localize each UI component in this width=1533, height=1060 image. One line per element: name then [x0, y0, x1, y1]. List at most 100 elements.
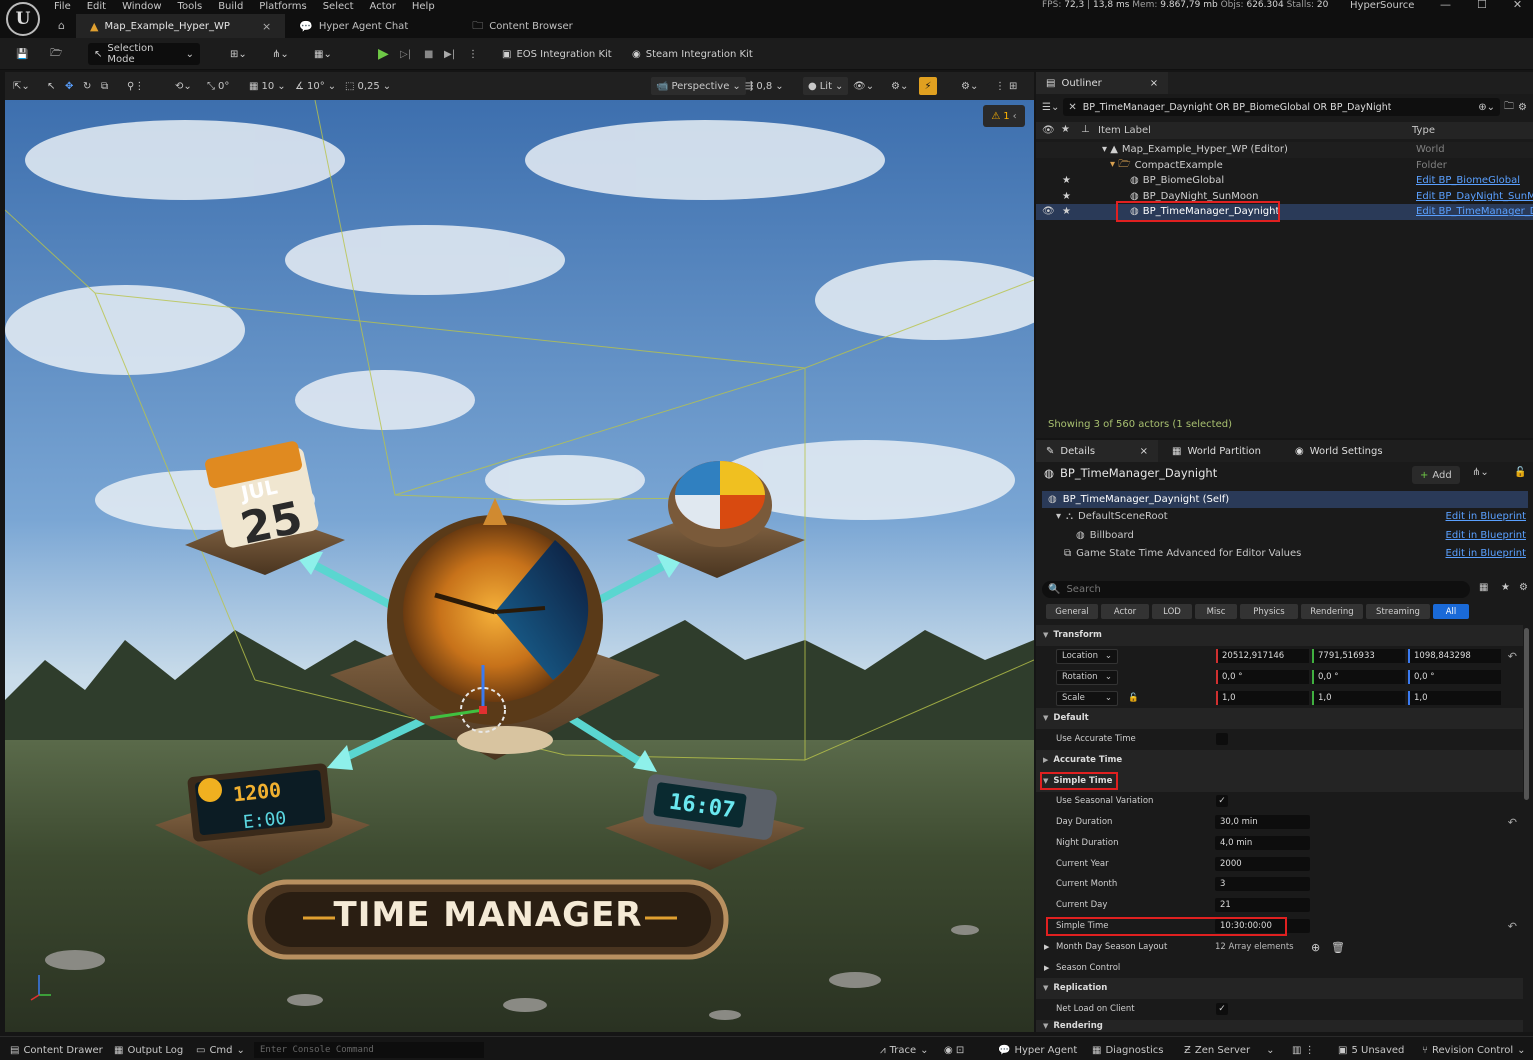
current-year-input[interactable]: 2000	[1215, 857, 1310, 872]
zen-server-dropdown[interactable]: Ƶ Zen Server ⌄	[1184, 1042, 1275, 1058]
unreal-logo-icon[interactable]: U	[6, 2, 40, 36]
realtime-icon[interactable]: ⚡	[919, 77, 937, 95]
scale-snap-toggle[interactable]: ⬚ 0,25 ⌄	[345, 77, 391, 95]
favorites-icon[interactable]: ★	[1501, 582, 1510, 593]
menu-file[interactable]: File	[46, 1, 79, 12]
menu-build[interactable]: Build	[210, 1, 251, 12]
derived-data-icon[interactable]: ▥ ⋮	[1292, 1042, 1315, 1058]
cinematics-icon[interactable]: ▦⌄	[308, 43, 338, 65]
blueprint-icon[interactable]: ⋔⌄	[266, 43, 295, 65]
edit-blueprint-link[interactable]: Edit BP_DayNight_SunMoo	[1416, 191, 1533, 202]
filter-all[interactable]: All	[1433, 604, 1469, 619]
menu-select[interactable]: Select	[315, 1, 362, 12]
record-icon[interactable]: ◉ ⊡	[944, 1042, 964, 1058]
category-season-control[interactable]: ▶ Season Control	[1036, 958, 1523, 979]
hyper-agent-button[interactable]: 💬 Hyper Agent	[998, 1042, 1077, 1058]
lock-icon[interactable]: 🔓	[1514, 467, 1526, 478]
favorite-icon[interactable]: ★	[1062, 191, 1071, 202]
browse-icon[interactable]: 🗁	[44, 43, 68, 65]
scale-y-input[interactable]: 1,0	[1312, 691, 1405, 706]
component-billboard[interactable]: ◍ Billboard Edit in Blueprint	[1076, 530, 1526, 541]
outliner-search-input[interactable]: ✕ BP_TimeManager_Daynight OR BP_BiomeGlo…	[1063, 98, 1501, 116]
current-month-input[interactable]: 3	[1215, 877, 1310, 892]
location-dropdown[interactable]: Location ⌄	[1056, 648, 1118, 664]
rotation-y-input[interactable]: 0,0 °	[1312, 670, 1405, 685]
edit-blueprint-link[interactable]: Edit in Blueprint	[1446, 511, 1526, 522]
outliner-row-daynight[interactable]: ★ ◍ BP_DayNight_SunMoon Edit BP_DayNight_S…	[1036, 189, 1533, 205]
blueprint-options-icon[interactable]: ⋔⌄	[1472, 467, 1489, 478]
stop-icon[interactable]: ■	[418, 43, 439, 65]
settings-icon[interactable]: ⚙⌄	[961, 77, 978, 95]
pin-col-icon[interactable]: ⊥	[1081, 124, 1090, 135]
tab-hyper-agent-chat[interactable]: 💬 Hyper Agent Chat	[285, 14, 422, 38]
close-icon[interactable]: ✕	[1513, 0, 1522, 11]
tab-close-icon[interactable]: ×	[262, 20, 271, 33]
coord-space-icon[interactable]: ⟲⌄	[175, 77, 192, 95]
rotation-dropdown[interactable]: Rotation ⌄	[1056, 669, 1118, 685]
translate-icon[interactable]: ✥	[65, 77, 73, 95]
surface-snap-icon[interactable]: ⚲⋮	[127, 77, 144, 95]
details-settings-icon[interactable]: ⚙	[1519, 582, 1528, 593]
seasonal-variation-checkbox[interactable]: ✓	[1216, 795, 1228, 808]
day-duration-input[interactable]: 30,0 min	[1215, 815, 1310, 830]
add-filter-icon[interactable]: ⊕⌄	[1478, 102, 1495, 113]
filter-general[interactable]: General	[1046, 604, 1098, 619]
current-day-input[interactable]: 21	[1215, 898, 1310, 913]
component-root[interactable]: ▾ ⛬ DefaultSceneRoot Edit in Blueprint	[1056, 511, 1526, 522]
outliner-row-folder[interactable]: ▾ 🗁 CompactExample Folder	[1036, 158, 1533, 174]
location-y-input[interactable]: 7791,516933	[1312, 649, 1405, 664]
step-icon[interactable]: ▷|	[394, 43, 417, 65]
tab-content-browser[interactable]: 🗀 Content Browser	[458, 14, 586, 38]
new-folder-icon[interactable]: 🗀	[1504, 99, 1514, 116]
unsaved-button[interactable]: ▣ 5 Unsaved	[1338, 1042, 1404, 1058]
select-icon[interactable]: ↖	[47, 77, 55, 95]
console-input[interactable]: Enter Console Command	[254, 1042, 484, 1058]
visibility-icon[interactable]: 👁	[1042, 206, 1055, 217]
category-default[interactable]: ▼ Default	[1036, 708, 1523, 729]
content-drawer-button[interactable]: ▤ Content Drawer	[10, 1042, 103, 1058]
layout-icon[interactable]: ⊞	[1009, 77, 1017, 95]
trace-dropdown[interactable]: ⩘ Trace ⌄	[880, 1042, 929, 1058]
edit-blueprint-link[interactable]: Edit in Blueprint	[1446, 530, 1526, 541]
details-tab[interactable]: ✎ Details ×	[1036, 440, 1158, 462]
edit-blueprint-link[interactable]: Edit BP_TimeManager_Day	[1416, 206, 1533, 217]
selection-mode-dropdown[interactable]: ↖ Selection Mode ⌄	[88, 43, 200, 65]
clear-icon[interactable]: ✕	[1068, 102, 1076, 113]
scale-icon[interactable]: ⧉	[101, 77, 108, 95]
filter-rendering[interactable]: Rendering	[1301, 604, 1363, 619]
outliner-row-timemanager[interactable]: 👁 ★ ◍ BP_TimeManager_Daynight Edit BP_Time…	[1036, 204, 1533, 220]
select-mode-icon[interactable]: ⇱⌄	[13, 77, 30, 95]
angle-snap-toggle[interactable]: ∡ 10° ⌄	[295, 77, 336, 95]
home-icon[interactable]: ⌂	[58, 19, 65, 32]
maximize-icon[interactable]: ☐	[1477, 0, 1487, 11]
type-header[interactable]: Type	[1412, 125, 1435, 136]
menu-actor[interactable]: Actor	[362, 1, 404, 12]
outliner-tab[interactable]: ▤ Outliner ×	[1036, 72, 1169, 94]
menu-platforms[interactable]: Platforms	[251, 1, 314, 12]
filter-actor[interactable]: Actor	[1101, 604, 1149, 619]
scalability-icon[interactable]: ⚙⌄	[891, 77, 908, 95]
filter-icon[interactable]: ☰⌄	[1042, 102, 1059, 113]
play-icon[interactable]: ▶	[372, 43, 395, 65]
outliner-row-world[interactable]: ▾ ▲ Map_Example_Hyper_WP (Editor) World	[1036, 142, 1533, 158]
favorite-icon[interactable]: ★	[1062, 175, 1071, 186]
category-rendering[interactable]: ▼ Rendering	[1036, 1020, 1523, 1032]
details-scrollbar[interactable]	[1524, 628, 1529, 800]
menu-window[interactable]: Window	[114, 1, 169, 12]
reset-icon[interactable]: ↶	[1508, 920, 1517, 933]
menu-tools[interactable]: Tools	[170, 1, 211, 12]
category-accurate-time[interactable]: ▶ Accurate Time	[1036, 750, 1523, 771]
category-transform[interactable]: ▼ Transform	[1036, 625, 1523, 646]
viewport-more-icon[interactable]: ⋮	[995, 77, 1005, 95]
diagnostics-button[interactable]: ▦ Diagnostics	[1092, 1042, 1163, 1058]
scale-z-input[interactable]: 1,0	[1408, 691, 1501, 706]
tab-close-icon[interactable]: ×	[1150, 78, 1158, 89]
visibility-col-icon[interactable]: 👁	[1042, 125, 1055, 136]
filter-lod[interactable]: LOD	[1152, 604, 1192, 619]
rotate-icon[interactable]: ↻	[83, 77, 91, 95]
trash-icon[interactable]: 🗑	[1331, 941, 1345, 954]
show-flags-icon[interactable]: 👁⌄	[853, 77, 874, 95]
menu-help[interactable]: Help	[404, 1, 443, 12]
component-game-state[interactable]: ⧉ Game State Time Advanced for Editor Val…	[1064, 548, 1526, 559]
output-log-button[interactable]: ▦ Output Log	[114, 1042, 183, 1058]
